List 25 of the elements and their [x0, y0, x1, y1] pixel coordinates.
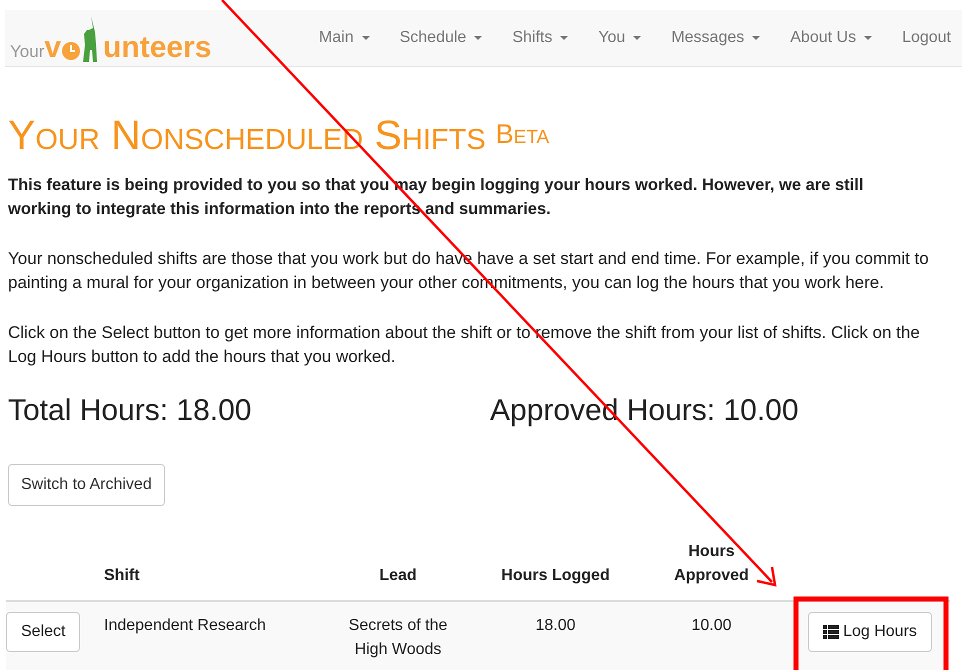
column-header: Lead — [379, 566, 417, 586]
nav-link[interactable]: About Us — [775, 28, 888, 48]
total-hours: Total Hours: 18.00 — [8, 393, 252, 429]
logo-text: v — [44, 34, 62, 62]
column-header: Hours Approved — [673, 542, 750, 586]
table-cell: 18.00 — [535, 617, 576, 634]
nav-link[interactable]: Logout — [887, 28, 962, 48]
nav-link[interactable]: Shifts — [497, 28, 584, 48]
nav-link[interactable]: You — [583, 28, 656, 48]
column-header: Hours Logged — [501, 566, 610, 586]
column-header: Shift — [104, 566, 140, 586]
table-cell: Independent Research — [104, 617, 266, 634]
nav-link[interactable]: Messages — [656, 28, 776, 48]
nav-link[interactable]: Schedule — [384, 28, 498, 48]
list-icon — [823, 625, 840, 639]
logo[interactable]: Yourv unteers — [10, 16, 212, 62]
select-button[interactable]: Select — [6, 612, 80, 652]
table-cell: 10.00 — [691, 617, 732, 634]
log-hours-button[interactable]: Log Hours — [808, 612, 932, 652]
info-paragraph: Click on the Select button to get more information about the shift or to remove the shift from your list of shifts. Click on the Log Hours button to add the hours that you worked. — [8, 322, 921, 368]
logo-text: Your — [10, 43, 44, 60]
switch-archived-button[interactable]: Switch to Archived — [8, 464, 165, 506]
nav-link[interactable]: Main — [304, 28, 385, 48]
table-cell-text: Secrets of the High Woods — [348, 616, 448, 660]
logo-text: unteers — [103, 34, 212, 62]
